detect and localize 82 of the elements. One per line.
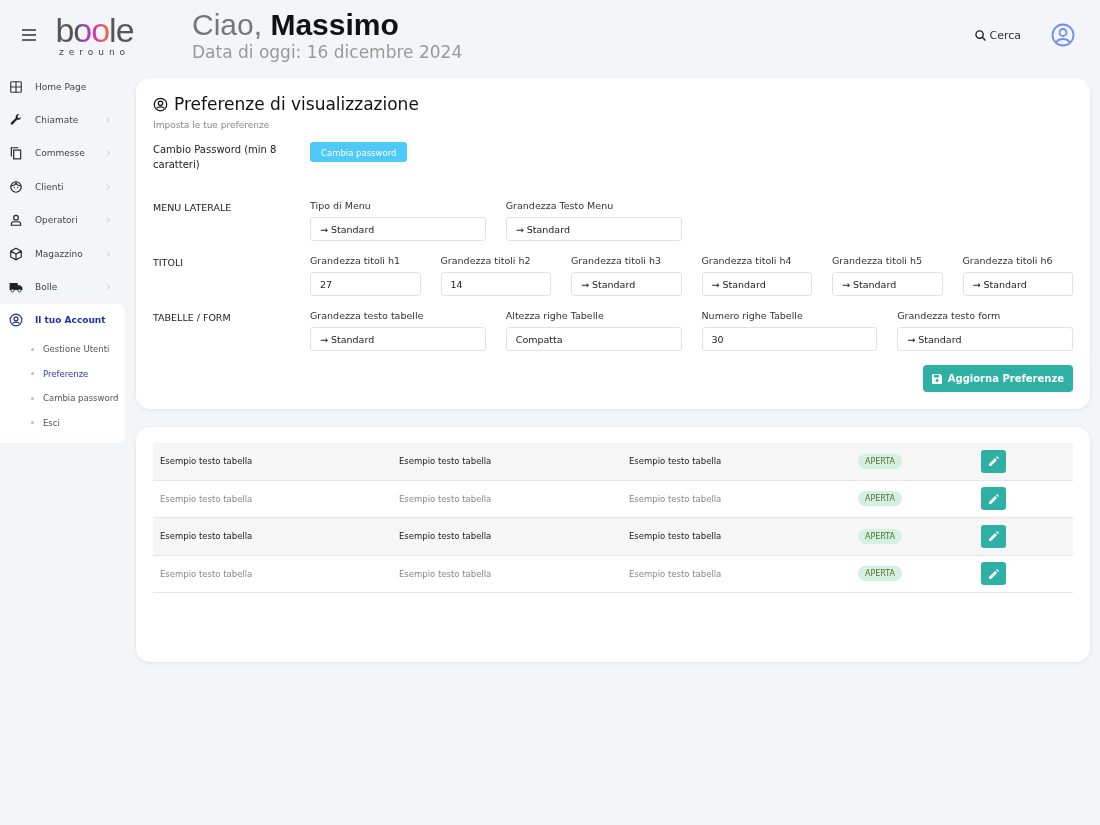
- table-cell-text: Esempio testo tabella: [628, 456, 723, 467]
- wrench-icon: [9, 113, 23, 128]
- status-badge: APERTA: [858, 491, 903, 507]
- sidebar-item[interactable]: Magazzino: [0, 236, 125, 271]
- table-cell-text: Esempio testo tabella: [628, 531, 723, 542]
- sidebar-item[interactable]: Operatori: [0, 203, 125, 237]
- input-field[interactable]: → Standard: [310, 217, 486, 241]
- table-cell-text: Esempio testo tabella: [628, 568, 723, 579]
- sidebar-item[interactable]: Home Page: [0, 70, 125, 104]
- grid-icon: [9, 79, 23, 94]
- input-field[interactable]: → Standard: [832, 272, 943, 296]
- search-button[interactable]: Cerca: [975, 28, 1021, 42]
- box-icon: [9, 246, 23, 261]
- input-field[interactable]: Compatta: [505, 327, 682, 351]
- password-label: Cambio Password (min 8 caratteri): [153, 143, 278, 172]
- submenu-item[interactable]: Preferenze: [0, 361, 125, 387]
- section-title: TITOLI: [153, 256, 184, 270]
- input-field[interactable]: 14: [440, 272, 551, 296]
- input-field[interactable]: 30: [701, 327, 878, 351]
- account-icon: [153, 96, 168, 112]
- greeting: Ciao, Massimo: [192, 8, 400, 42]
- field-label: Altezza righe Tabelle: [505, 310, 605, 321]
- status-badge: APERTA: [858, 528, 903, 544]
- person-icon: [9, 213, 23, 228]
- edit-button[interactable]: [981, 487, 1006, 511]
- pencil-icon: [988, 493, 999, 504]
- section-title: TABELLE / FORM: [153, 311, 232, 325]
- input-field[interactable]: → Standard: [962, 272, 1073, 296]
- input-field[interactable]: 27: [310, 272, 421, 296]
- field-label: Grandezza Testo Menu: [505, 200, 615, 211]
- status-badge: APERTA: [858, 566, 903, 582]
- table-cell-text: Esempio testo tabella: [398, 493, 493, 504]
- field-label: Grandezza titoli h4: [701, 255, 793, 266]
- section-title: MENU LATERALE: [153, 201, 233, 215]
- edit-button[interactable]: [981, 449, 1006, 473]
- table-cell-text: Esempio testo tabella: [159, 456, 254, 467]
- edit-button[interactable]: [981, 524, 1006, 548]
- card-subtitle: Imposta le tue preferenze: [153, 120, 271, 130]
- field-label: Grandezza titoli h6: [962, 255, 1054, 266]
- pencil-icon: [988, 568, 999, 579]
- field-label: Grandezza titoli h1: [310, 255, 402, 266]
- input-field[interactable]: → Standard: [505, 217, 682, 241]
- table-cell-text: Esempio testo tabella: [628, 493, 723, 504]
- table-cell-text: Esempio testo tabella: [398, 568, 493, 579]
- search-icon: [975, 29, 987, 41]
- logo-tagline: zerouno: [58, 47, 131, 57]
- truck-icon: [9, 280, 23, 295]
- input-field[interactable]: → Standard: [897, 327, 1073, 351]
- field-label: Grandezza titoli h2: [440, 255, 532, 266]
- face-icon: [9, 179, 23, 194]
- input-field[interactable]: → Standard: [310, 327, 486, 351]
- table-cell-text: Esempio testo tabella: [159, 493, 254, 504]
- sidebar-item[interactable]: Il tuo Account: [0, 303, 125, 338]
- menu-icon[interactable]: [22, 29, 36, 41]
- date-text: Data di oggi: 16 dicembre 2024: [192, 42, 464, 62]
- field-label: Numero righe Tabelle: [701, 310, 804, 321]
- table-cell-text: Esempio testo tabella: [159, 568, 254, 579]
- pencil-icon: [988, 456, 999, 467]
- sidebar-item[interactable]: Bolle: [0, 270, 125, 304]
- edit-button[interactable]: [981, 562, 1006, 586]
- table-cell-text: Esempio testo tabella: [159, 531, 254, 542]
- submenu-item[interactable]: Cambia password: [0, 386, 125, 411]
- sidebar-item[interactable]: Clienti: [0, 170, 125, 204]
- user-avatar-icon[interactable]: [1051, 23, 1075, 47]
- field-label: Grandezza testo tabelle: [310, 310, 425, 321]
- field-label: Grandezza testo form: [897, 310, 1002, 321]
- field-label: Grandezza titoli h5: [832, 255, 924, 266]
- table-cell-text: Esempio testo tabella: [398, 531, 493, 542]
- submenu-item[interactable]: Esci: [0, 410, 125, 436]
- pencil-icon: [988, 531, 999, 542]
- table-cell-text: Esempio testo tabella: [398, 456, 493, 467]
- status-badge: APERTA: [858, 453, 903, 469]
- input-field[interactable]: → Standard: [571, 272, 682, 296]
- field-label: Grandezza titoli h3: [571, 255, 663, 266]
- sidebar-item[interactable]: Chiamate: [0, 103, 125, 137]
- copy-icon: [9, 146, 23, 161]
- input-field[interactable]: → Standard: [701, 272, 812, 296]
- account-icon: [9, 313, 23, 328]
- card-title: Preferenze di visualizzazione: [174, 94, 419, 114]
- field-label: Tipo di Menu: [310, 200, 372, 211]
- sidebar-item[interactable]: Commesse: [0, 136, 125, 171]
- submenu-item[interactable]: Gestione Utenti: [0, 337, 125, 362]
